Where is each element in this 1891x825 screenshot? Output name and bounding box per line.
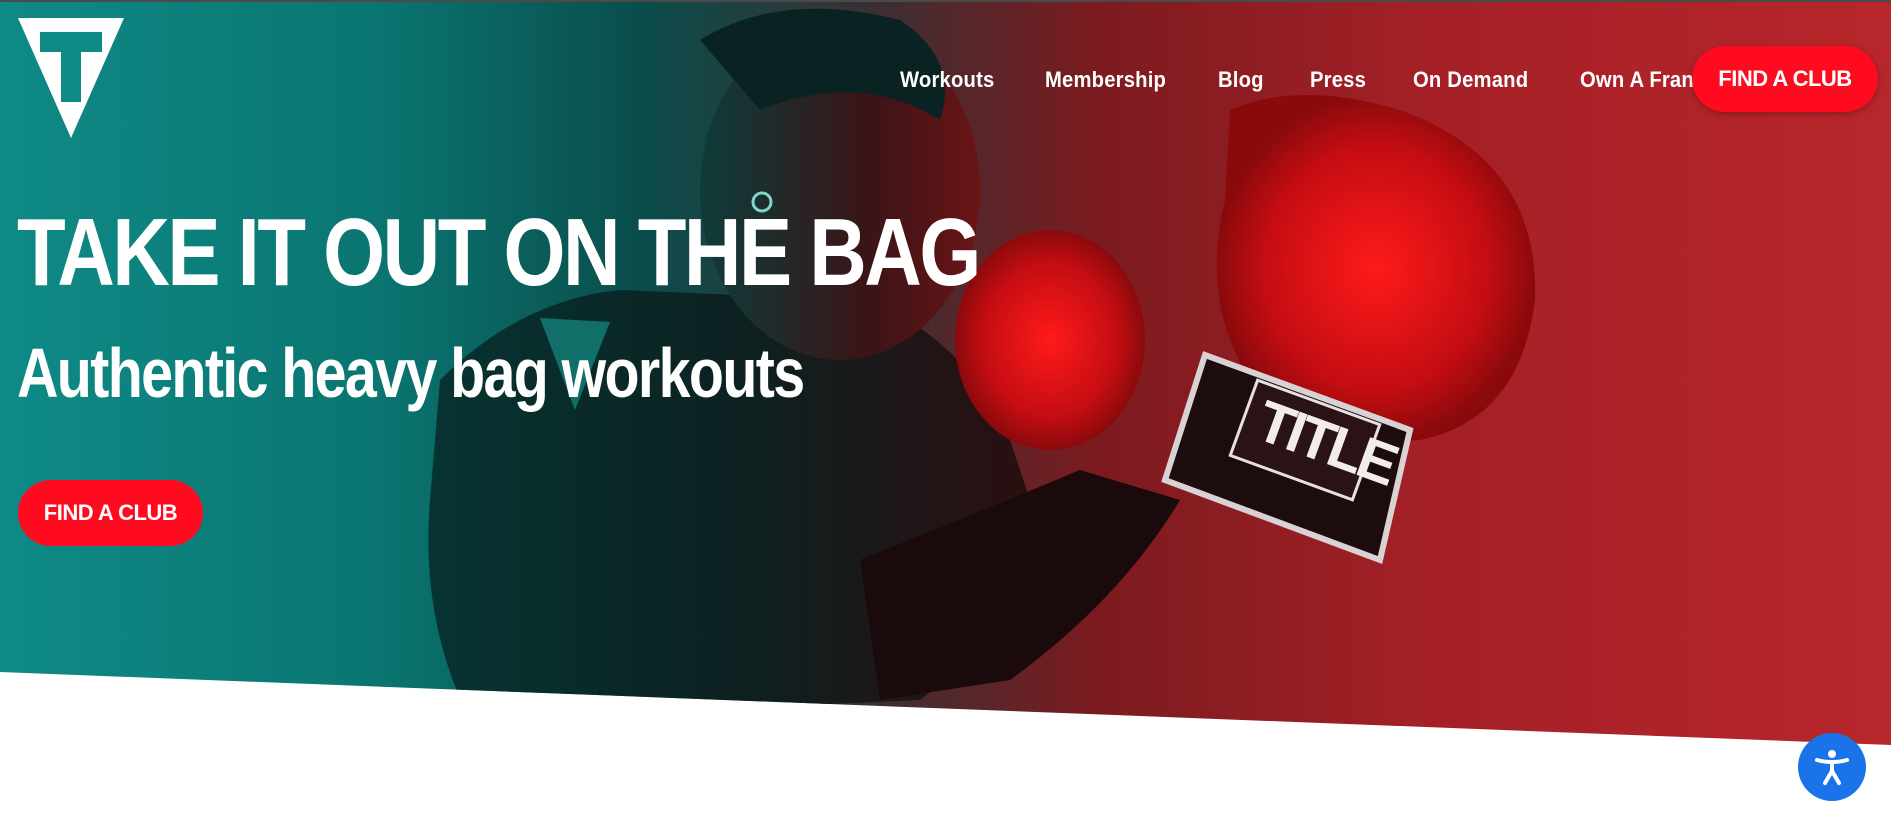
accessibility-button[interactable] bbox=[1798, 733, 1866, 801]
nav-item-blog[interactable]: Blog bbox=[1218, 67, 1264, 93]
hero-subheadline: Authentic heavy bag workouts bbox=[17, 334, 805, 412]
nav-item-on-demand[interactable]: On Demand bbox=[1413, 67, 1528, 93]
title-boxing-logo-icon[interactable] bbox=[18, 18, 124, 138]
find-a-club-hero-button[interactable]: FIND A CLUB bbox=[18, 480, 203, 546]
nav-item-membership[interactable]: Membership bbox=[1045, 67, 1166, 93]
accessibility-person-icon bbox=[1815, 750, 1849, 785]
find-a-club-nav-button[interactable]: FIND A CLUB bbox=[1692, 46, 1878, 112]
hero-headline: TAKE IT OUT ON THE BAG bbox=[17, 199, 981, 306]
nav-item-press[interactable]: Press bbox=[1310, 67, 1366, 93]
main-nav: Workouts Membership Blog Press On Demand… bbox=[900, 46, 1803, 114]
nav-item-workouts[interactable]: Workouts bbox=[900, 67, 994, 93]
